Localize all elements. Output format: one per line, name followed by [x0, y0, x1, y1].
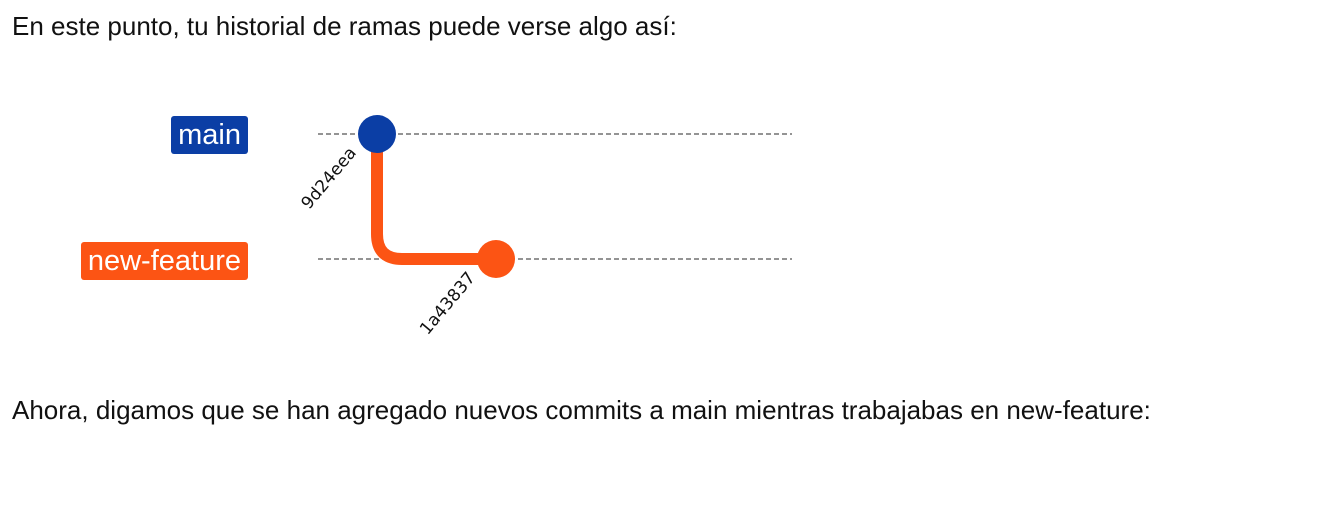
outro-paragraph: Ahora, digamos que se han agregado nuevo… — [12, 395, 1151, 425]
commit-node-new-feature — [477, 240, 515, 278]
branch-diagram: 9d24eea 1a43837 — [298, 115, 792, 339]
commit-hash-main: 9d24eea — [298, 143, 361, 213]
commit-node-main — [358, 115, 396, 153]
commit-hash-new-feature: 1a43837 — [416, 268, 480, 339]
branch-connector — [371, 128, 502, 265]
